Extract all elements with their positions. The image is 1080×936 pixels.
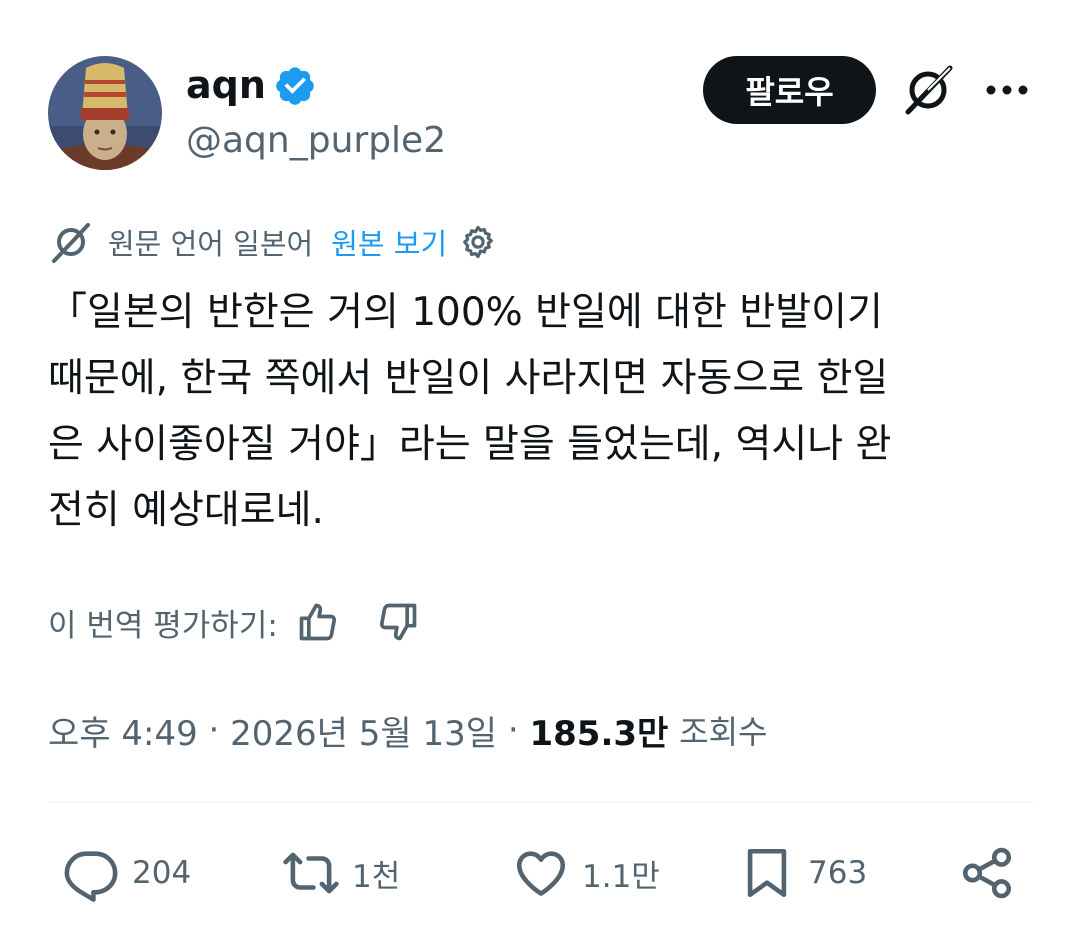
retweet-button[interactable]: 1천 bbox=[282, 842, 400, 904]
tweet-time[interactable]: 오후 4:49 bbox=[48, 706, 198, 755]
like-button[interactable]: 1.1만 bbox=[512, 842, 660, 904]
retweet-count: 1천 bbox=[352, 858, 401, 895]
meta-separator: · bbox=[497, 710, 530, 750]
bookmark-icon bbox=[747, 848, 787, 898]
author-handle[interactable]: @aqn_purple2 bbox=[186, 116, 446, 166]
views-count: 185.3만 bbox=[529, 713, 669, 754]
reply-button[interactable]: 204 bbox=[62, 842, 191, 904]
tweet-text: 「일본의 반한은 거의 100% 반일에 대한 반발이기 때문에, 한국 쪽에서… bbox=[48, 290, 892, 533]
translation-source-label: 원문 언어 일본어 bbox=[108, 227, 314, 261]
follow-button[interactable]: 팔로우 bbox=[703, 56, 876, 124]
verified-badge-icon[interactable] bbox=[273, 64, 317, 108]
show-original-link[interactable]: 원본 보기 bbox=[331, 221, 447, 263]
display-name[interactable]: aqn bbox=[186, 60, 266, 110]
divider bbox=[48, 802, 1034, 803]
gear-icon[interactable] bbox=[459, 223, 497, 261]
retweet-icon bbox=[283, 852, 339, 894]
grok-icon[interactable] bbox=[900, 62, 956, 118]
views-label: 조회수 bbox=[679, 713, 768, 751]
like-count: 1.1만 bbox=[582, 858, 660, 895]
translation-bar: 원문 언어 일본어 원본 보기 bbox=[48, 214, 497, 270]
reply-count: 204 bbox=[132, 855, 192, 891]
share-button[interactable] bbox=[958, 842, 1016, 904]
thumbs-up-icon[interactable] bbox=[296, 600, 340, 644]
heart-icon bbox=[516, 851, 566, 896]
thumbs-down-icon[interactable] bbox=[376, 600, 420, 644]
rate-translation-label: 이 번역 평가하기: bbox=[48, 607, 278, 644]
grok-translate-icon bbox=[52, 223, 90, 263]
meta-separator: · bbox=[197, 710, 231, 750]
tweet-date[interactable]: 2026년 5월 13일 bbox=[230, 706, 497, 755]
avatar-portrait bbox=[48, 56, 162, 170]
share-icon bbox=[962, 847, 1012, 899]
more-icon[interactable] bbox=[984, 70, 1030, 110]
rate-translation: 이 번역 평가하기: bbox=[48, 596, 420, 648]
bookmark-count: 763 bbox=[808, 855, 868, 891]
avatar[interactable] bbox=[48, 56, 162, 170]
reply-icon bbox=[64, 851, 118, 902]
tweet-meta: 오후 4:49 · 2026년 5월 13일 · 185.3만 조회수 bbox=[48, 702, 767, 758]
bookmark-button[interactable]: 763 bbox=[738, 842, 867, 904]
